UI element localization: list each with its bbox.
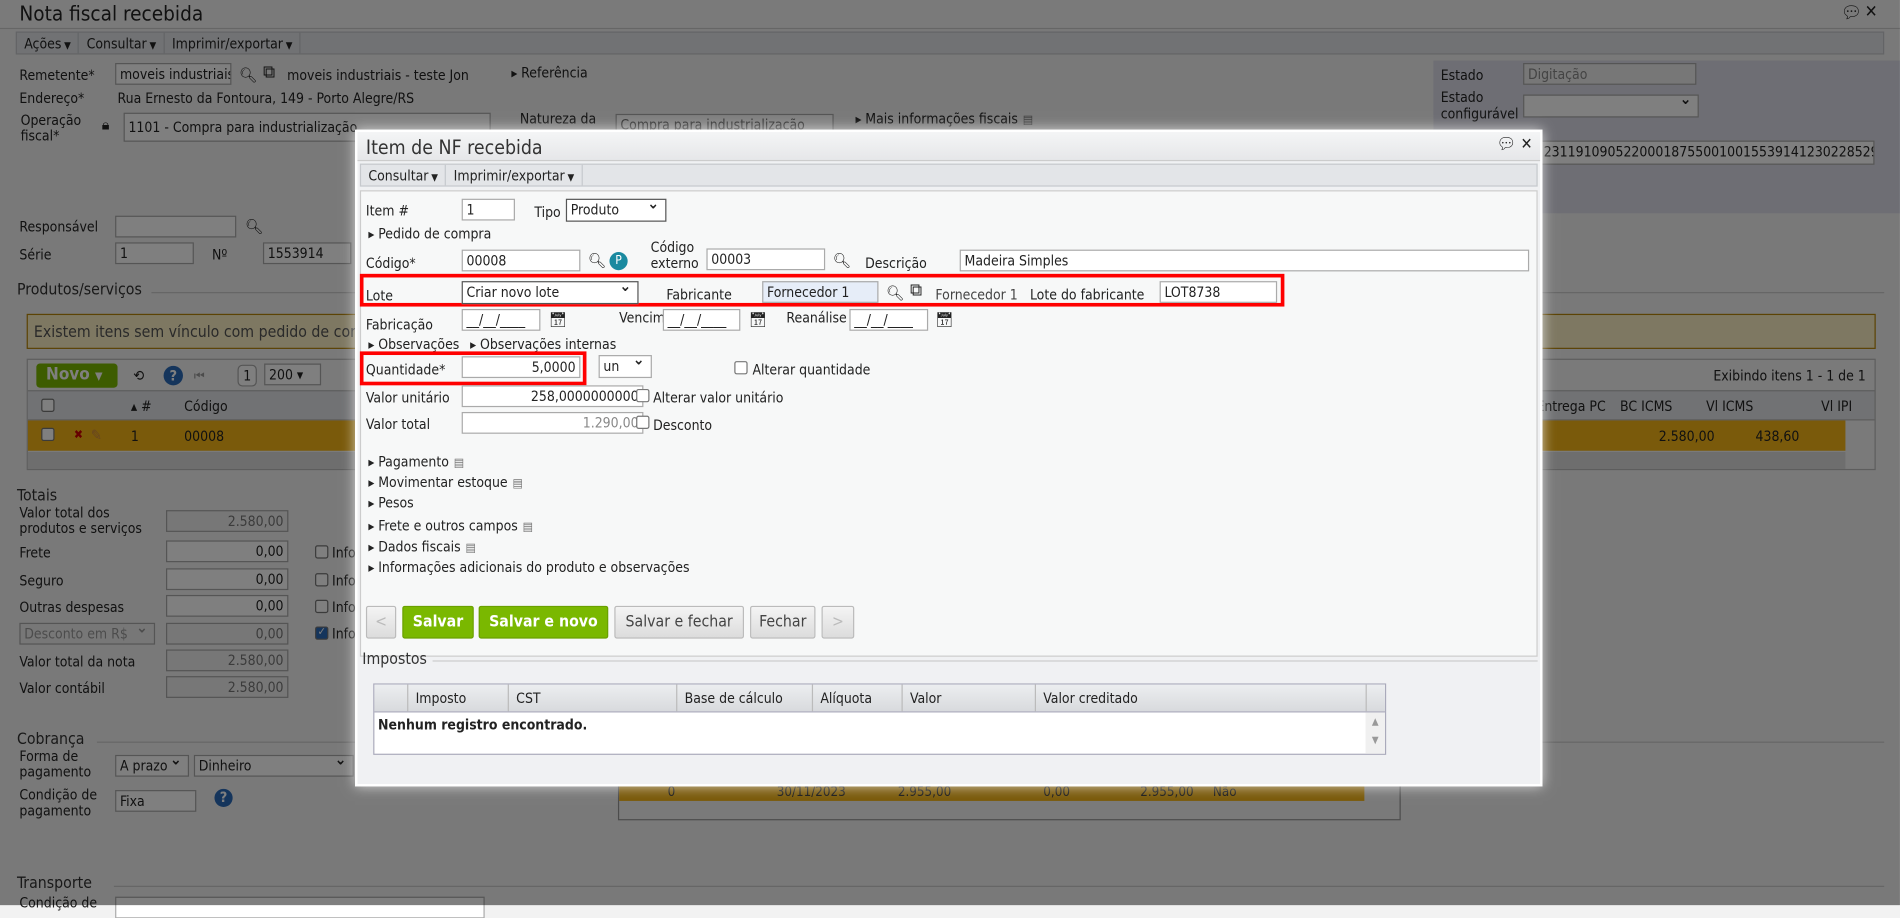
header-spacer bbox=[1365, 684, 1367, 712]
descricao-label: Descrição bbox=[865, 254, 927, 272]
calendar-icon[interactable]: 📅︎ bbox=[549, 313, 567, 328]
reanalise-input[interactable]: __/__/____ bbox=[849, 308, 929, 331]
cod-ext-label: Código externo bbox=[650, 238, 699, 272]
dialog-title: Item de NF recebida bbox=[365, 135, 543, 159]
cod-ext-input[interactable]: 00003 bbox=[706, 248, 826, 271]
section-info-adicionais[interactable]: Informações adicionais do produto e obse… bbox=[368, 559, 689, 576]
item-nf-dialog: Item de NF recebida 💬︎ ✕ Consultar Impri… bbox=[355, 129, 1543, 787]
lote-label: Lote bbox=[365, 287, 393, 305]
fabricante-input[interactable]: Fornecedor 1 bbox=[762, 281, 879, 303]
valor-unit-label: Valor unitário bbox=[365, 388, 450, 406]
calendar-icon[interactable]: 📅︎ bbox=[935, 313, 953, 328]
alterar-qtd-checkbox[interactable] bbox=[734, 361, 748, 375]
calendar-icon[interactable]: 📅︎ bbox=[749, 313, 767, 328]
impostos-legend: Impostos bbox=[362, 650, 427, 669]
section-pagamento[interactable]: Pagamento bbox=[368, 453, 464, 470]
prev-button[interactable]: < bbox=[365, 605, 397, 639]
reanalise-label: Reanálise bbox=[786, 308, 847, 326]
empty-message: Nenhum registro encontrado. bbox=[378, 716, 588, 734]
col-valor-creditado[interactable]: Valor creditado bbox=[1034, 684, 1145, 712]
observacoes-toggle[interactable]: Observações bbox=[368, 336, 459, 353]
codigo-label: Código* bbox=[365, 254, 416, 272]
app: Nota fiscal recebida 💬︎ ✕ Ações Consulta… bbox=[0, 0, 1900, 918]
fabricacao-label: Fabricação bbox=[365, 316, 433, 334]
external-link-icon[interactable]: ⧉ bbox=[910, 282, 922, 299]
col-valor[interactable]: Valor bbox=[901, 684, 949, 712]
quantidade-input[interactable]: 5,0000 bbox=[461, 356, 581, 379]
search-icon[interactable]: 🔍︎ bbox=[886, 286, 904, 301]
vencimento-input[interactable]: __/__/____ bbox=[662, 308, 741, 331]
section-frete[interactable]: Frete e outros campos bbox=[368, 517, 533, 534]
impostos-header: Imposto CST Base de cálculo Alíquota Val… bbox=[374, 684, 1385, 713]
valor-total-label: Valor total bbox=[365, 415, 431, 433]
valor-unit-input[interactable]: 258,0000000000 bbox=[461, 385, 644, 408]
section-pesos[interactable]: Pesos bbox=[368, 494, 414, 511]
col-aliquota[interactable]: Alíquota bbox=[811, 684, 879, 712]
lote-fab-input[interactable]: LOT8738 bbox=[1159, 281, 1278, 303]
descricao-input[interactable]: Madeira Simples bbox=[959, 249, 1530, 272]
alterar-qtd-label: Alterar quantidade bbox=[752, 361, 871, 379]
menu-imprimir[interactable]: Imprimir/exportar bbox=[446, 164, 583, 186]
close-button[interactable]: Fechar bbox=[750, 605, 816, 639]
alterar-valor-label: Alterar valor unitário bbox=[653, 388, 784, 406]
save-button[interactable]: Salvar bbox=[402, 605, 474, 639]
search-icon[interactable]: 🔍︎ bbox=[832, 253, 850, 268]
unidade-select[interactable]: un bbox=[598, 355, 652, 379]
lote-fab-label: Lote do fabricante bbox=[1029, 285, 1145, 303]
fabricante-label: Fabricante bbox=[666, 285, 732, 303]
fabricante-name: Fornecedor 1 bbox=[935, 285, 1018, 303]
codigo-input[interactable]: 00008 bbox=[461, 249, 581, 272]
menu-consultar[interactable]: Consultar bbox=[361, 164, 447, 186]
next-button[interactable]: > bbox=[821, 605, 855, 639]
desconto-label: Desconto bbox=[653, 416, 713, 434]
desconto-checkbox[interactable] bbox=[636, 415, 650, 429]
quantidade-label: Quantidade* bbox=[365, 361, 446, 379]
tipo-label: Tipo bbox=[534, 203, 561, 221]
alterar-valor-checkbox[interactable] bbox=[636, 388, 650, 403]
divider bbox=[432, 660, 1538, 662]
col-imposto[interactable]: Imposto bbox=[407, 684, 473, 712]
impostos-grid: Imposto CST Base de cálculo Alíquota Val… bbox=[373, 683, 1387, 755]
valor-total-input: 1.290,00 bbox=[461, 411, 644, 434]
close-icon[interactable]: ✕ bbox=[1521, 137, 1533, 153]
search-icon[interactable]: 🔍︎ bbox=[588, 253, 606, 268]
chat-icon[interactable]: 💬︎ bbox=[1496, 137, 1516, 153]
item-input[interactable]: 1 bbox=[461, 198, 515, 221]
save-and-new-button[interactable]: Salvar e novo bbox=[478, 605, 609, 639]
pedido-toggle[interactable]: Pedido de compra bbox=[368, 225, 491, 242]
dialog-menu: Consultar Imprimir/exportar bbox=[359, 163, 1538, 187]
item-label: Item # bbox=[365, 202, 409, 220]
product-lookup-icon[interactable]: P bbox=[609, 252, 628, 271]
observacoes-internas-toggle[interactable]: Observações internas bbox=[470, 336, 616, 353]
section-movimentar-estoque[interactable]: Movimentar estoque bbox=[368, 474, 522, 491]
fabricacao-input[interactable]: __/__/____ bbox=[461, 308, 541, 331]
save-and-close-button[interactable]: Salvar e fechar bbox=[614, 605, 744, 639]
col-base[interactable]: Base de cálculo bbox=[676, 684, 790, 712]
section-dados-fiscais[interactable]: Dados fiscais bbox=[368, 538, 476, 555]
vertical-scrollbar[interactable]: ▲ ▼ bbox=[1365, 712, 1385, 754]
tipo-select[interactable]: Produto bbox=[565, 198, 667, 222]
lote-select[interactable]: Criar novo lote bbox=[461, 281, 639, 305]
col-cst[interactable]: CST bbox=[507, 684, 548, 712]
